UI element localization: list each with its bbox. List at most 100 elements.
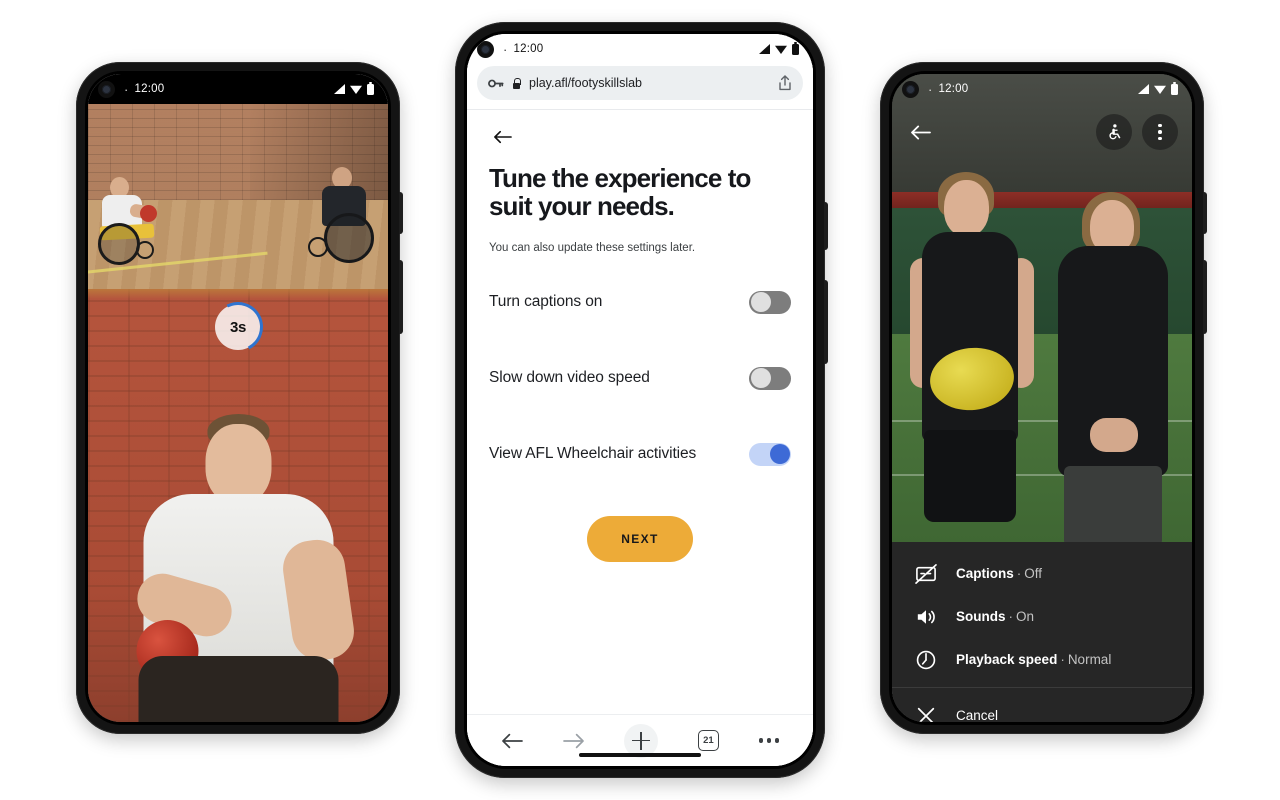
accessibility-button[interactable] [1096, 114, 1132, 150]
toggle-wheelchair[interactable] [749, 442, 791, 466]
countdown-badge: 3s [215, 304, 261, 350]
menu-separator: · [1016, 566, 1022, 581]
status-bar-right: · 12:00 [892, 74, 1192, 104]
menu-separator: · [1060, 652, 1065, 667]
phone-bezel: 3s · 12:00 [85, 71, 391, 725]
player-top-actions [1096, 114, 1178, 150]
share-icon[interactable] [778, 75, 792, 91]
video-player-left[interactable]: 3s [88, 74, 388, 722]
setting-label: Slow down video speed [489, 369, 650, 387]
wifi-icon [350, 85, 362, 94]
player-overflow-button[interactable] [1142, 114, 1178, 150]
menu-divider [892, 687, 1192, 688]
poster-canvas: 3s · 12:00 · 12:00 play.afl/footyskillsl… [0, 0, 1280, 800]
browser-forward-button[interactable] [562, 733, 585, 749]
toggle-slow-speed[interactable] [749, 366, 791, 390]
menu-separator: · [1008, 609, 1014, 624]
url-text: play.afl/footyskillslab [529, 76, 643, 90]
setting-label: Turn captions on [489, 293, 603, 311]
menu-item-value: On [1016, 609, 1035, 624]
onboarding-page: Tune the experience to suit your needs. … [467, 110, 813, 714]
arrow-back-icon [910, 125, 931, 139]
phone-screen-center: · 12:00 play.afl/footyskillslab Tune the… [467, 34, 813, 766]
power-button[interactable] [824, 202, 828, 250]
menu-item-text: Sounds · On [956, 609, 1034, 624]
tab-count: 21 [697, 730, 719, 751]
player-top-bar [892, 104, 1192, 160]
omnibox-container: play.afl/footyskillslab [467, 64, 813, 109]
signal-icon [1138, 84, 1149, 94]
phone-mockup-right: · 12:00 Captions · Off Sounds · On Playb… [880, 62, 1207, 734]
gym-scene-lower [88, 289, 388, 722]
more-vertical-icon [1158, 123, 1162, 141]
address-bar[interactable]: play.afl/footyskillslab [477, 66, 803, 100]
setting-row-captions: Turn captions on [489, 288, 791, 316]
power-button[interactable] [399, 192, 403, 234]
status-icons [1138, 81, 1178, 95]
arrow-back-icon [493, 130, 512, 144]
playback-speed-icon [914, 648, 938, 672]
browser-bottom-bar: 21 [467, 714, 813, 766]
menu-item-sounds[interactable]: Sounds · On [892, 595, 1192, 638]
arrow-forward-icon [562, 733, 584, 748]
video-player-right[interactable]: · 12:00 Captions · Off Sounds · On Playb… [892, 74, 1192, 722]
camera-punch-hole [98, 80, 115, 98]
volume-button[interactable] [824, 280, 828, 364]
menu-item-captions[interactable]: Captions · Off [892, 552, 1192, 595]
status-dot: · [503, 41, 508, 57]
tab-switcher-button[interactable]: 21 [697, 730, 719, 751]
volume-button[interactable] [399, 260, 403, 334]
phone-bezel: · 12:00 [889, 71, 1195, 725]
more-horizontal-icon [758, 738, 780, 743]
status-icons [334, 81, 374, 95]
power-button[interactable] [1203, 192, 1207, 234]
menu-item-label: Sounds [956, 609, 1006, 624]
wifi-icon [1154, 85, 1166, 94]
menu-item-cancel[interactable]: Cancel [892, 694, 1192, 722]
camera-punch-hole [477, 40, 494, 58]
signal-icon [759, 44, 770, 54]
menu-item-text: Captions · Off [956, 566, 1042, 581]
athlete-right [1050, 180, 1178, 542]
camera-punch-hole [902, 80, 919, 98]
phone-mockup-left: 3s · 12:00 [76, 62, 403, 734]
menu-item-text: Playback speed · Normal [956, 652, 1111, 667]
wheelchair-player-left [98, 175, 182, 267]
battery-icon [367, 81, 374, 95]
battery-icon [1171, 81, 1178, 95]
phone-screen-left: 3s · 12:00 [88, 74, 388, 722]
captions-off-icon [914, 562, 938, 586]
battery-icon [792, 41, 799, 55]
wifi-icon [775, 45, 787, 54]
volume-button[interactable] [1203, 260, 1207, 334]
menu-item-playback-speed[interactable]: Playback speed · Normal [892, 638, 1192, 681]
toggle-knob [750, 292, 771, 313]
menu-item-label: Captions [956, 566, 1014, 581]
signal-icon [334, 84, 345, 94]
menu-item-value: Normal [1067, 652, 1112, 667]
cancel-label: Cancel [956, 708, 999, 722]
toggle-knob [750, 368, 771, 389]
phone-screen-right: · 12:00 Captions · Off Sounds · On Playb… [892, 74, 1192, 722]
status-icons [759, 41, 799, 55]
phone-bezel: · 12:00 [464, 31, 816, 769]
setting-label: View AFL Wheelchair activities [489, 445, 697, 463]
wheelchair-player-right [290, 166, 376, 265]
toggle-captions[interactable] [749, 290, 791, 314]
home-indicator[interactable] [579, 752, 701, 757]
browser-back-button[interactable] [501, 733, 523, 749]
page-title: Tune the experience to suit your needs. [489, 163, 751, 222]
arrow-back-icon [501, 733, 523, 748]
page-back-button[interactable] [489, 124, 515, 150]
athlete-left [908, 162, 1036, 542]
lock-icon [512, 77, 521, 89]
browser-menu-button[interactable] [758, 738, 780, 743]
menu-item-label: Playback speed [956, 652, 1058, 667]
player-back-button[interactable] [906, 118, 934, 146]
phone-mockup-center: · 12:00 play.afl/footyskillslab Tune the… [455, 22, 828, 778]
gym-scene-upper [88, 104, 388, 289]
wheelchair-accessibility-icon [1108, 123, 1120, 139]
next-button[interactable]: NEXT [587, 516, 693, 563]
menu-item-value: Off [1024, 566, 1043, 581]
toggle-knob [769, 444, 790, 465]
